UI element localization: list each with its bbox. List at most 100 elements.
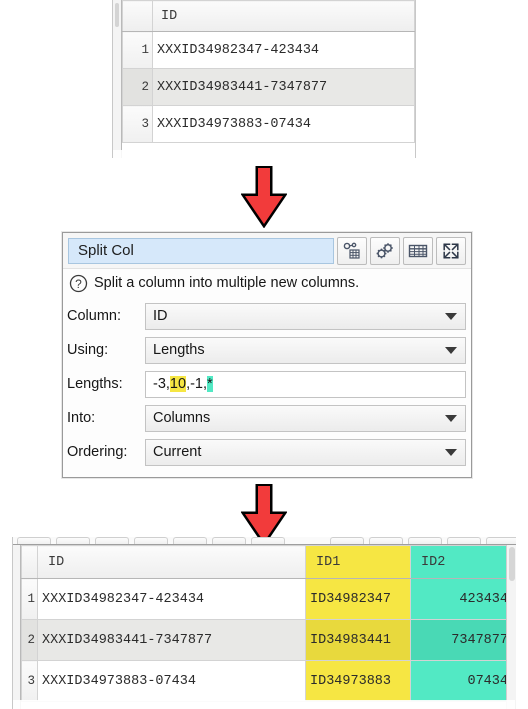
lengths-part-highlight-cyan: * xyxy=(207,376,213,392)
source-data-grid: ID 1 XXXID34982347-423434 2 XXXID3498344… xyxy=(122,0,415,143)
toolbar-button[interactable] xyxy=(447,537,481,544)
dependencies-button[interactable] xyxy=(337,236,367,265)
toolbar-button[interactable] xyxy=(95,537,129,544)
result-data-panel: ID ID1 ID2 1 XXXID34982347-423434 ID3498… xyxy=(12,537,516,709)
result-table-left-strip xyxy=(13,545,21,709)
clipped-toolbar xyxy=(13,537,516,545)
column-header-id[interactable]: ID xyxy=(37,545,306,579)
source-table-scrollbar[interactable] xyxy=(113,0,122,158)
into-combobox[interactable]: Columns xyxy=(145,404,466,432)
column-header-id2[interactable]: ID2 xyxy=(410,545,516,579)
dialog-name-input[interactable]: Split Col xyxy=(68,237,334,264)
question-mark-icon[interactable]: ? xyxy=(69,274,88,293)
chevron-down-icon xyxy=(445,449,457,456)
column-header-id1[interactable]: ID1 xyxy=(305,545,411,579)
cell-id1[interactable]: ID34983441 xyxy=(305,619,411,661)
row-number[interactable]: 3 xyxy=(21,660,38,702)
toolbar-button[interactable] xyxy=(56,537,90,544)
gears-icon xyxy=(376,242,393,258)
result-data-grid: ID ID1 ID2 1 XXXID34982347-423434 ID3498… xyxy=(21,545,516,702)
table-icon xyxy=(408,244,428,257)
cell-id[interactable]: XXXID34982347-423434 xyxy=(152,31,415,69)
expand-icon xyxy=(443,242,459,259)
row-number[interactable]: 3 xyxy=(122,105,153,143)
toolbar-button[interactable] xyxy=(173,537,207,544)
field-label-column: Column: xyxy=(67,308,121,324)
split-column-dialog: Split Col ? Split a column into multiple… xyxy=(62,232,472,478)
svg-text:?: ? xyxy=(75,277,82,291)
cell-id2[interactable]: 423434 xyxy=(410,578,516,620)
dialog-description-row: ? Split a column into multiple new colum… xyxy=(63,269,471,297)
table-row[interactable]: 2 XXXID34983441-7347877 ID34983441 73478… xyxy=(21,619,516,661)
row-number[interactable]: 1 xyxy=(122,31,153,69)
cell-id[interactable]: XXXID34982347-423434 xyxy=(37,578,306,620)
toolbar-button[interactable] xyxy=(369,537,403,544)
lengths-part-plain-2: ,-1, xyxy=(186,376,208,392)
field-row-into: Into: Columns xyxy=(67,403,466,433)
cell-id[interactable]: XXXID34973883-07434 xyxy=(152,105,415,143)
into-combobox-value: Columns xyxy=(153,410,211,426)
lengths-part-plain-1: -3, xyxy=(153,376,170,392)
row-number[interactable]: 1 xyxy=(21,578,38,620)
table-view-button[interactable] xyxy=(403,236,433,265)
column-combobox-value: ID xyxy=(153,308,168,324)
ordering-combobox[interactable]: Current xyxy=(145,438,466,466)
chevron-down-icon xyxy=(445,347,457,354)
lengths-part-highlight-yellow: 10 xyxy=(169,376,187,392)
result-table-scrollbar[interactable] xyxy=(506,545,516,709)
lengths-input[interactable]: -3, 10 ,-1, * xyxy=(145,370,466,398)
row-number-header xyxy=(21,545,38,579)
row-number-header xyxy=(122,0,153,32)
table-header-row: ID xyxy=(122,0,415,32)
cell-id1[interactable]: ID34973883 xyxy=(305,660,411,702)
using-combobox-value: Lengths xyxy=(153,342,205,358)
column-combobox[interactable]: ID xyxy=(145,302,466,330)
flow-arrow-top xyxy=(240,165,288,229)
table-row[interactable]: 3 XXXID34973883-07434 xyxy=(122,105,415,143)
cell-id[interactable]: XXXID34983441-7347877 xyxy=(152,68,415,106)
row-number[interactable]: 2 xyxy=(21,619,38,661)
dialog-description-text: Split a column into multiple new columns… xyxy=(94,275,360,291)
toolbar-button[interactable] xyxy=(17,537,51,544)
column-header-id[interactable]: ID xyxy=(152,0,415,32)
cell-id2[interactable]: 07434 xyxy=(410,660,516,702)
toolbar-button[interactable] xyxy=(486,537,516,544)
chevron-down-icon xyxy=(445,415,457,422)
expand-button[interactable] xyxy=(436,236,466,265)
cell-id1[interactable]: ID34982347 xyxy=(305,578,411,620)
toolbar-button[interactable] xyxy=(408,537,442,544)
toolbar-button[interactable] xyxy=(134,537,168,544)
toolbar-button[interactable] xyxy=(251,537,285,544)
row-number[interactable]: 2 xyxy=(122,68,153,106)
table-row[interactable]: 3 XXXID34973883-07434 ID34973883 07434 xyxy=(21,660,516,702)
cell-id[interactable]: XXXID34973883-07434 xyxy=(37,660,306,702)
settings-button[interactable] xyxy=(370,236,400,265)
toolbar-button[interactable] xyxy=(330,537,364,544)
chevron-down-icon xyxy=(445,313,457,320)
dependencies-icon xyxy=(343,242,360,259)
table-row[interactable]: 1 XXXID34982347-423434 ID34982347 423434 xyxy=(21,578,516,620)
cell-id2[interactable]: 7347877 xyxy=(410,619,516,661)
field-row-using: Using: Lengths xyxy=(67,335,466,365)
using-combobox[interactable]: Lengths xyxy=(145,336,466,364)
field-label-ordering: Ordering: xyxy=(67,444,128,460)
field-label-using: Using: xyxy=(67,342,109,358)
dialog-titlebar: Split Col xyxy=(63,233,471,269)
down-arrow-icon xyxy=(240,165,288,229)
cell-id[interactable]: XXXID34983441-7347877 xyxy=(37,619,306,661)
table-row[interactable]: 2 XXXID34983441-7347877 xyxy=(122,68,415,106)
table-header-row: ID ID1 ID2 xyxy=(21,545,516,579)
toolbar-button[interactable] xyxy=(212,537,246,544)
source-data-panel: ID 1 XXXID34982347-423434 2 XXXID3498344… xyxy=(112,0,416,158)
field-label-into: Into: xyxy=(67,410,96,426)
result-table-clip-fade xyxy=(13,700,515,709)
field-row-column: Column: ID xyxy=(67,301,466,331)
ordering-combobox-value: Current xyxy=(153,444,202,460)
source-table-clip-fade xyxy=(113,150,415,160)
field-row-ordering: Ordering: Current xyxy=(67,437,466,467)
table-row[interactable]: 1 XXXID34982347-423434 xyxy=(122,31,415,69)
scrollbar-thumb[interactable] xyxy=(115,3,119,27)
scrollbar-thumb[interactable] xyxy=(509,547,515,581)
field-row-lengths: Lengths: -3, 10 ,-1, * xyxy=(67,369,466,399)
field-label-lengths: Lengths: xyxy=(67,376,123,392)
